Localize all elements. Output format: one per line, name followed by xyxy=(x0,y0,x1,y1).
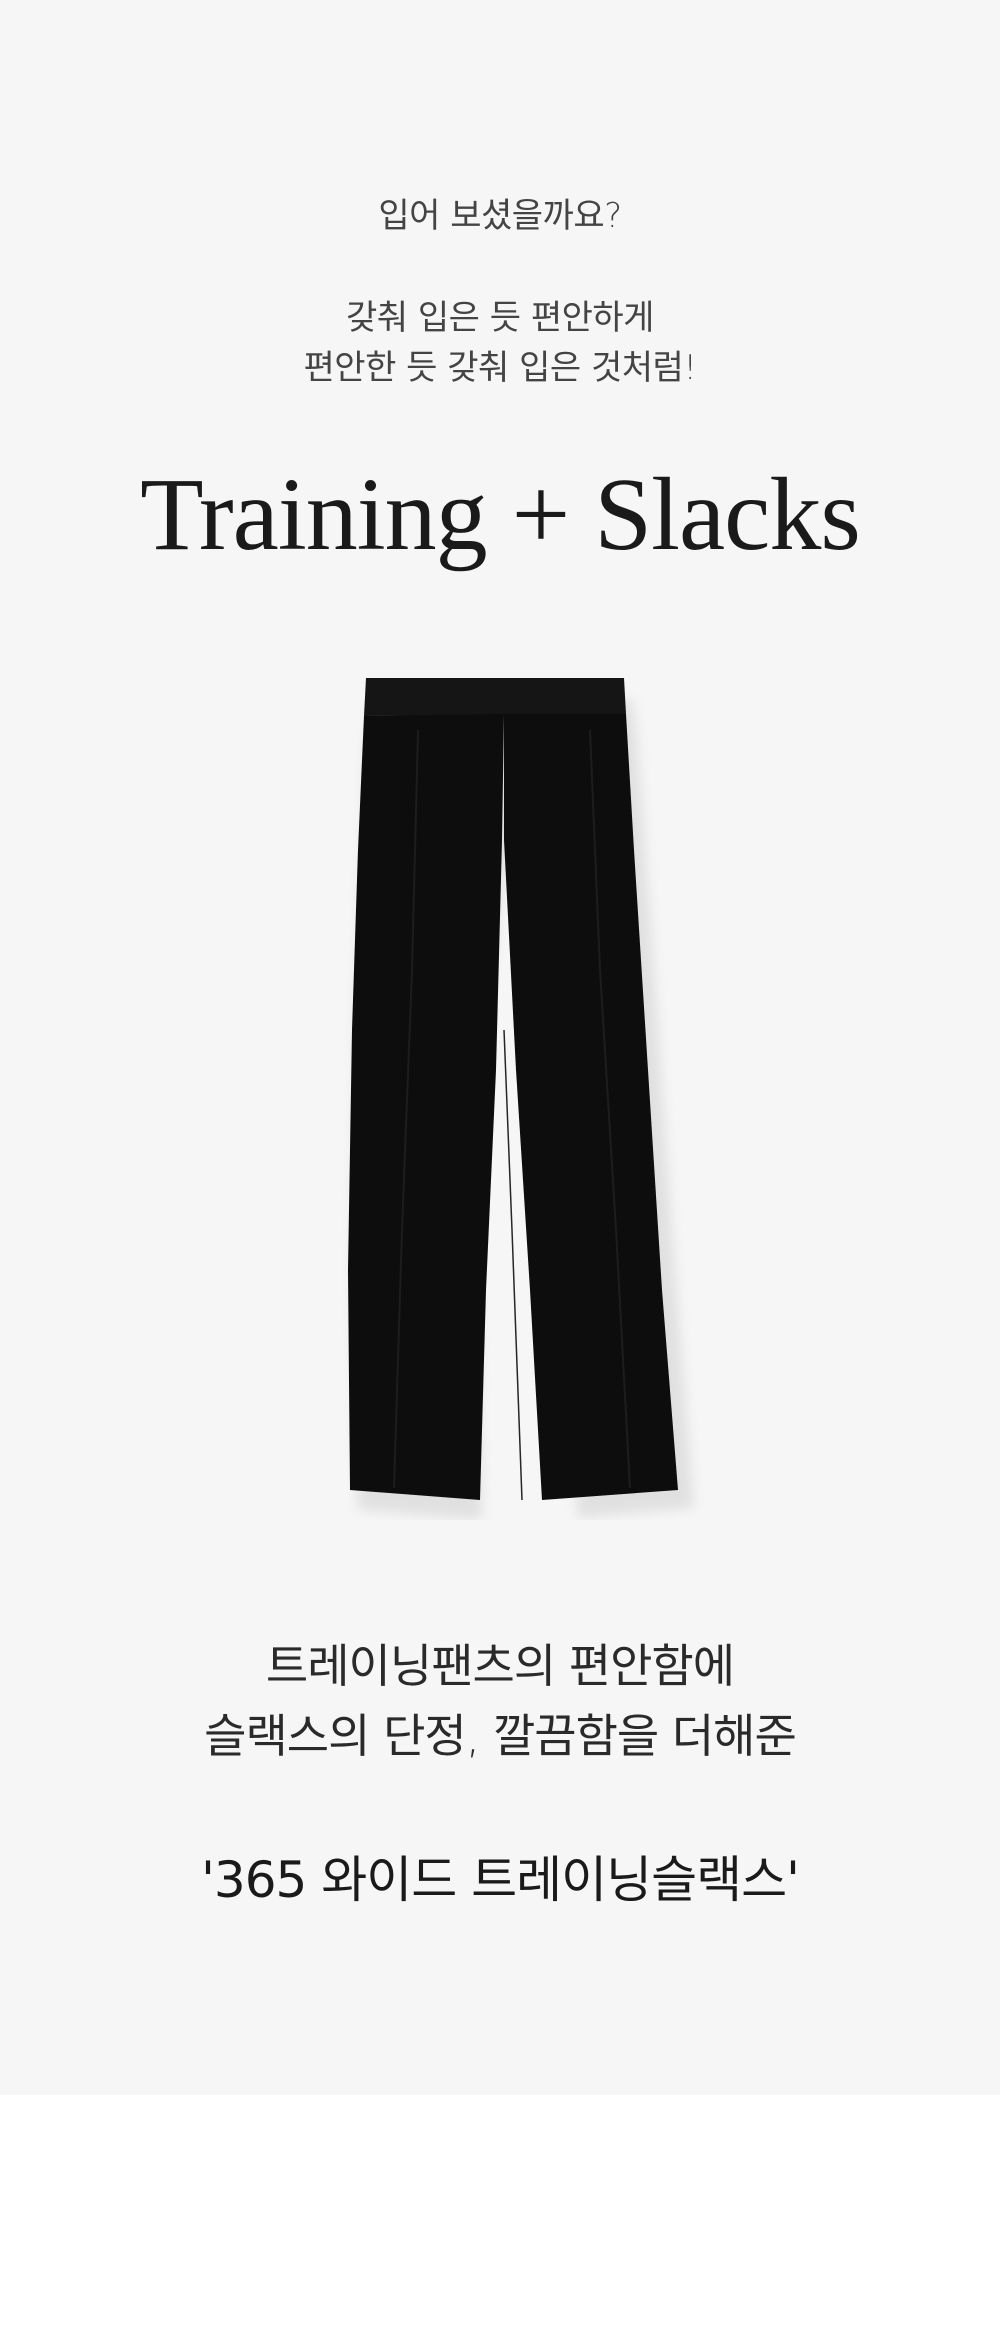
product-intro-section: 입어 보셨을까요? 갖춰 입은 듯 편안하게 편안한 듯 갖춰 입은 것처럼! … xyxy=(0,0,1000,2095)
headline: Training + Slacks xyxy=(140,457,861,572)
description-line-1: 트레이닝팬츠의 편안함에 xyxy=(265,1639,735,1693)
product-name: '365 와이드 트레이닝슬랙스' xyxy=(201,1851,800,1909)
intro-line-2: 편안한 듯 갖춰 입은 것처럼! xyxy=(303,348,697,388)
description-line-2: 슬랙스의 단정, 깔끔함을 더해준 xyxy=(204,1709,797,1763)
black-wide-pants-image xyxy=(348,678,694,1520)
intro-question: 입어 보셨을까요? xyxy=(378,196,622,236)
intro-line-1: 갖춰 입은 듯 편안하게 xyxy=(346,298,654,338)
